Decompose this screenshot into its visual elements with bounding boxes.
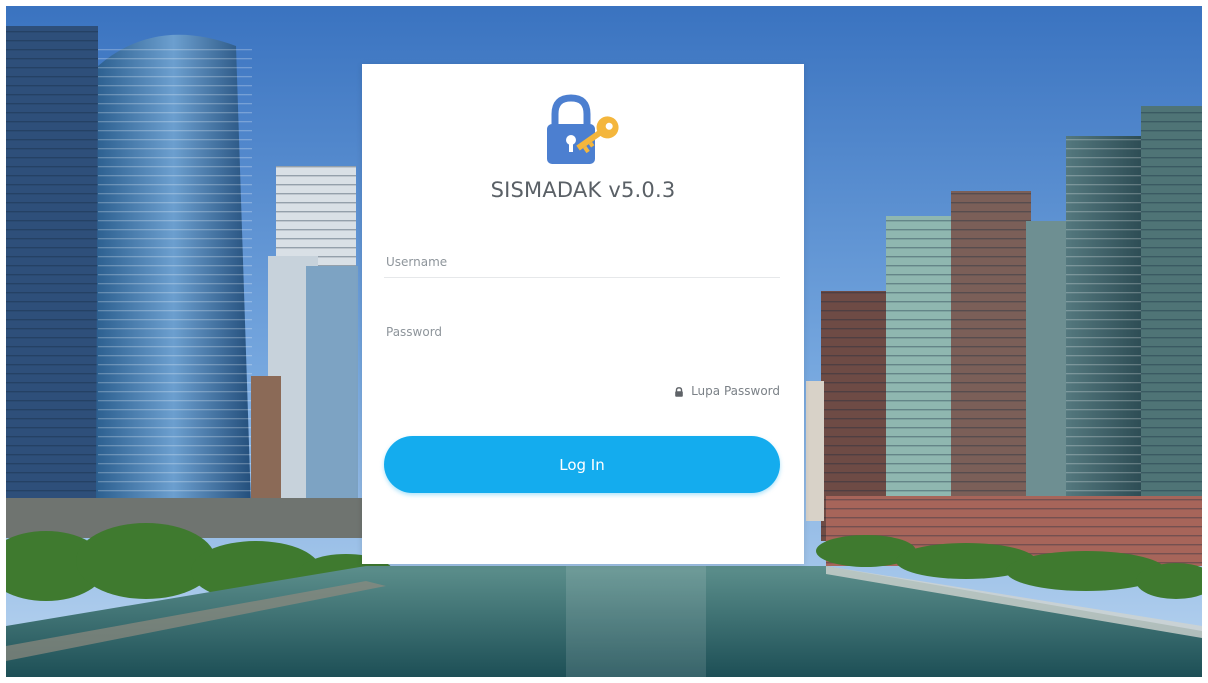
login-page: SISMADAK v5.0.3 Lupa Password Log In xyxy=(0,0,1208,683)
login-card: SISMADAK v5.0.3 Lupa Password Log In xyxy=(362,64,804,564)
lock-icon xyxy=(674,386,684,397)
password-input[interactable] xyxy=(384,316,780,348)
login-button[interactable]: Log In xyxy=(384,436,780,493)
forgot-password-label: Lupa Password xyxy=(691,384,780,398)
username-input[interactable] xyxy=(384,246,780,278)
app-title: SISMADAK v5.0.3 xyxy=(490,178,676,202)
padlock-key-icon xyxy=(543,92,623,170)
forgot-password-link[interactable]: Lupa Password xyxy=(674,384,780,398)
